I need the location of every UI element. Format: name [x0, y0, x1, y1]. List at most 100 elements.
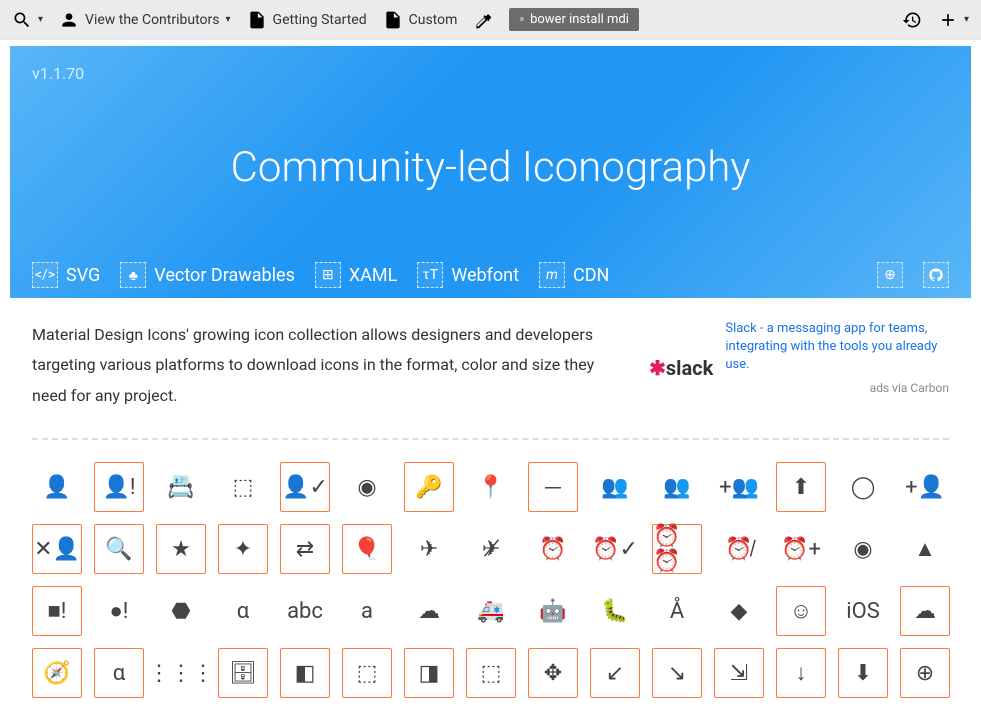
github-link[interactable] — [923, 262, 949, 288]
icon-airplane-off[interactable]: ✈̸ — [466, 524, 516, 574]
hero-tabs: </>SVG ♣Vector Drawables ⊞XAML τTWebfont… — [32, 262, 949, 298]
icon-account-circle[interactable]: ◉ — [342, 462, 392, 512]
icon-apple[interactable]: ◆ — [714, 586, 764, 636]
icon-account-location[interactable]: 📍 — [466, 462, 516, 512]
icon-arrange-send-backward[interactable]: ◨ — [404, 648, 454, 698]
icon-grid: 👤👤!📇⬚👤✓◉🔑📍－👥👥+👥⬆◯+👤✕👤🔍★✦⇄🎈✈✈̸⏰⏰✓⏰⏰⏰̸⏰+◉▲… — [32, 462, 949, 698]
icon-apple-ios[interactable]: iOS — [838, 586, 888, 636]
icon-archive[interactable]: 🗄 — [218, 648, 268, 698]
icon-arrange-send-to-back[interactable]: ⬚ — [466, 648, 516, 698]
icon-account-star[interactable]: ★ — [156, 524, 206, 574]
chevron-right-icon: » — [519, 14, 524, 25]
icon-android[interactable]: 🤖 — [528, 586, 578, 636]
toolbar: ▾ View the Contributors ▾ Getting Starte… — [0, 0, 981, 40]
divider — [32, 438, 949, 440]
icon-account-outline[interactable]: ◯ — [838, 462, 888, 512]
intro-text: Material Design Icons' growing icon coll… — [32, 320, 625, 416]
icon-account-check[interactable]: 👤✓ — [280, 462, 330, 512]
icon-account-search[interactable]: 🔍 — [94, 524, 144, 574]
history-icon — [902, 10, 922, 30]
site-link[interactable]: ⊕ — [877, 262, 903, 288]
icon-account-alert[interactable]: 👤! — [94, 462, 144, 512]
icon-account-multiple-plus[interactable]: +👥 — [714, 462, 764, 512]
account-icon — [59, 10, 79, 30]
tab-svg[interactable]: </>SVG — [32, 262, 100, 288]
ad-box[interactable]: ✱slack Slack - a messaging app for teams… — [649, 320, 949, 416]
icon-account-box[interactable]: 📇 — [156, 462, 206, 512]
contributors-menu[interactable]: View the Contributors ▾ — [59, 10, 231, 30]
ad-text: Slack - a messaging app for teams, integ… — [725, 320, 949, 375]
github-icon — [923, 262, 949, 288]
getting-started-label: Getting Started — [273, 12, 367, 28]
icon-arrange-bring-forward[interactable]: ◧ — [280, 648, 330, 698]
icon-appnet[interactable]: α — [94, 648, 144, 698]
icon-account-star-variant[interactable]: ✦ — [218, 524, 268, 574]
icon-account[interactable]: 👤 — [32, 462, 82, 512]
icon-album[interactable]: ◉ — [838, 524, 888, 574]
icon-apple-finder[interactable]: ☺ — [776, 586, 826, 636]
contributors-label: View the Contributors — [85, 12, 219, 28]
icon-android-studio[interactable]: Å — [652, 586, 702, 636]
eyedropper-icon — [473, 10, 493, 30]
icon-account-switch[interactable]: ⇄ — [280, 524, 330, 574]
history-button[interactable] — [902, 10, 922, 30]
tab-cdn[interactable]: mCDN — [539, 262, 609, 288]
icon-alert-box[interactable]: ■! — [32, 586, 82, 636]
icon-account-multiple-outline[interactable]: 👥 — [652, 462, 702, 512]
icon-alert-octagon[interactable]: ⬣ — [156, 586, 206, 636]
icon-alert[interactable]: ▲ — [900, 524, 950, 574]
custom-label: Custom — [409, 12, 458, 28]
command-chip[interactable]: » bower install mdi — [509, 8, 639, 31]
icon-amazon-clouddrive[interactable]: ☁ — [404, 586, 454, 636]
icon-arrow-down-bold[interactable]: ⬇ — [838, 648, 888, 698]
getting-started-link[interactable]: Getting Started — [247, 10, 367, 30]
magnify-icon — [12, 10, 32, 30]
chevron-down-icon: ▾ — [38, 14, 43, 25]
icon-arrow-bottom-left[interactable]: ↙ — [590, 648, 640, 698]
icon-arrow-down[interactable]: ↓ — [776, 648, 826, 698]
icon-alphabetical[interactable]: abc — [280, 586, 330, 636]
tab-vector-drawables[interactable]: ♣Vector Drawables — [120, 262, 295, 288]
icon-alarm-plus[interactable]: ⏰+ — [776, 524, 826, 574]
icon-arrow-all[interactable]: ✥ — [528, 648, 578, 698]
code-icon: </> — [32, 262, 58, 288]
icon-arrow-down-bold-circle[interactable]: ⊕ — [900, 648, 950, 698]
icon-account-box-outline[interactable]: ⬚ — [218, 462, 268, 512]
icon-account-key[interactable]: 🔑 — [404, 462, 454, 512]
icon-alarm-check[interactable]: ⏰✓ — [590, 524, 640, 574]
icon-ambulance[interactable]: 🚑 — [466, 586, 516, 636]
file-icon — [383, 10, 403, 30]
chevron-down-icon: ▾ — [226, 14, 231, 25]
windows-icon: ⊞ — [315, 262, 341, 288]
icon-android-debug-bridge[interactable]: 🐛 — [590, 586, 640, 636]
icon-apple-safari[interactable]: 🧭 — [32, 648, 82, 698]
tab-xaml[interactable]: ⊞XAML — [315, 262, 397, 288]
icon-alert-circle[interactable]: ●! — [94, 586, 144, 636]
eyedropper-button[interactable] — [473, 10, 493, 30]
icon-alarm-off[interactable]: ⏰̸ — [714, 524, 764, 574]
hero-banner: v1.1.70 Community-led Iconography </>SVG… — [10, 46, 971, 298]
tab-webfont[interactable]: τTWebfont — [417, 262, 519, 288]
icon-account-multiple[interactable]: 👥 — [590, 462, 640, 512]
icon-apple-mobileme[interactable]: ☁ — [900, 586, 950, 636]
icon-alarm-multiple[interactable]: ⏰⏰ — [652, 524, 702, 574]
add-dropdown[interactable]: ▾ — [938, 10, 969, 30]
icon-arrange-bring-to-front[interactable]: ⬚ — [342, 648, 392, 698]
icon-alpha[interactable]: α — [218, 586, 268, 636]
icon-account-network[interactable]: ⬆ — [776, 462, 826, 512]
chevron-down-icon: ▾ — [964, 14, 969, 25]
custom-link[interactable]: Custom — [383, 10, 458, 30]
icon-account-plus[interactable]: +👤 — [900, 462, 950, 512]
icon-air-balloon[interactable]: 🎈 — [342, 524, 392, 574]
format-icon: τT — [417, 262, 443, 288]
icon-arrow-collapse[interactable]: ⇲ — [714, 648, 764, 698]
icon-alarm[interactable]: ⏰ — [528, 524, 578, 574]
icon-account-minus[interactable]: － — [528, 462, 578, 512]
ad-attribution: ads via Carbon — [725, 381, 949, 395]
icon-account-remove[interactable]: ✕👤 — [32, 524, 82, 574]
search-dropdown[interactable]: ▾ — [12, 10, 43, 30]
icon-apps[interactable]: ⋮⋮⋮ — [156, 648, 206, 698]
icon-arrow-bottom-right[interactable]: ↘ — [652, 648, 702, 698]
icon-airplane[interactable]: ✈ — [404, 524, 454, 574]
icon-amazon[interactable]: a — [342, 586, 392, 636]
